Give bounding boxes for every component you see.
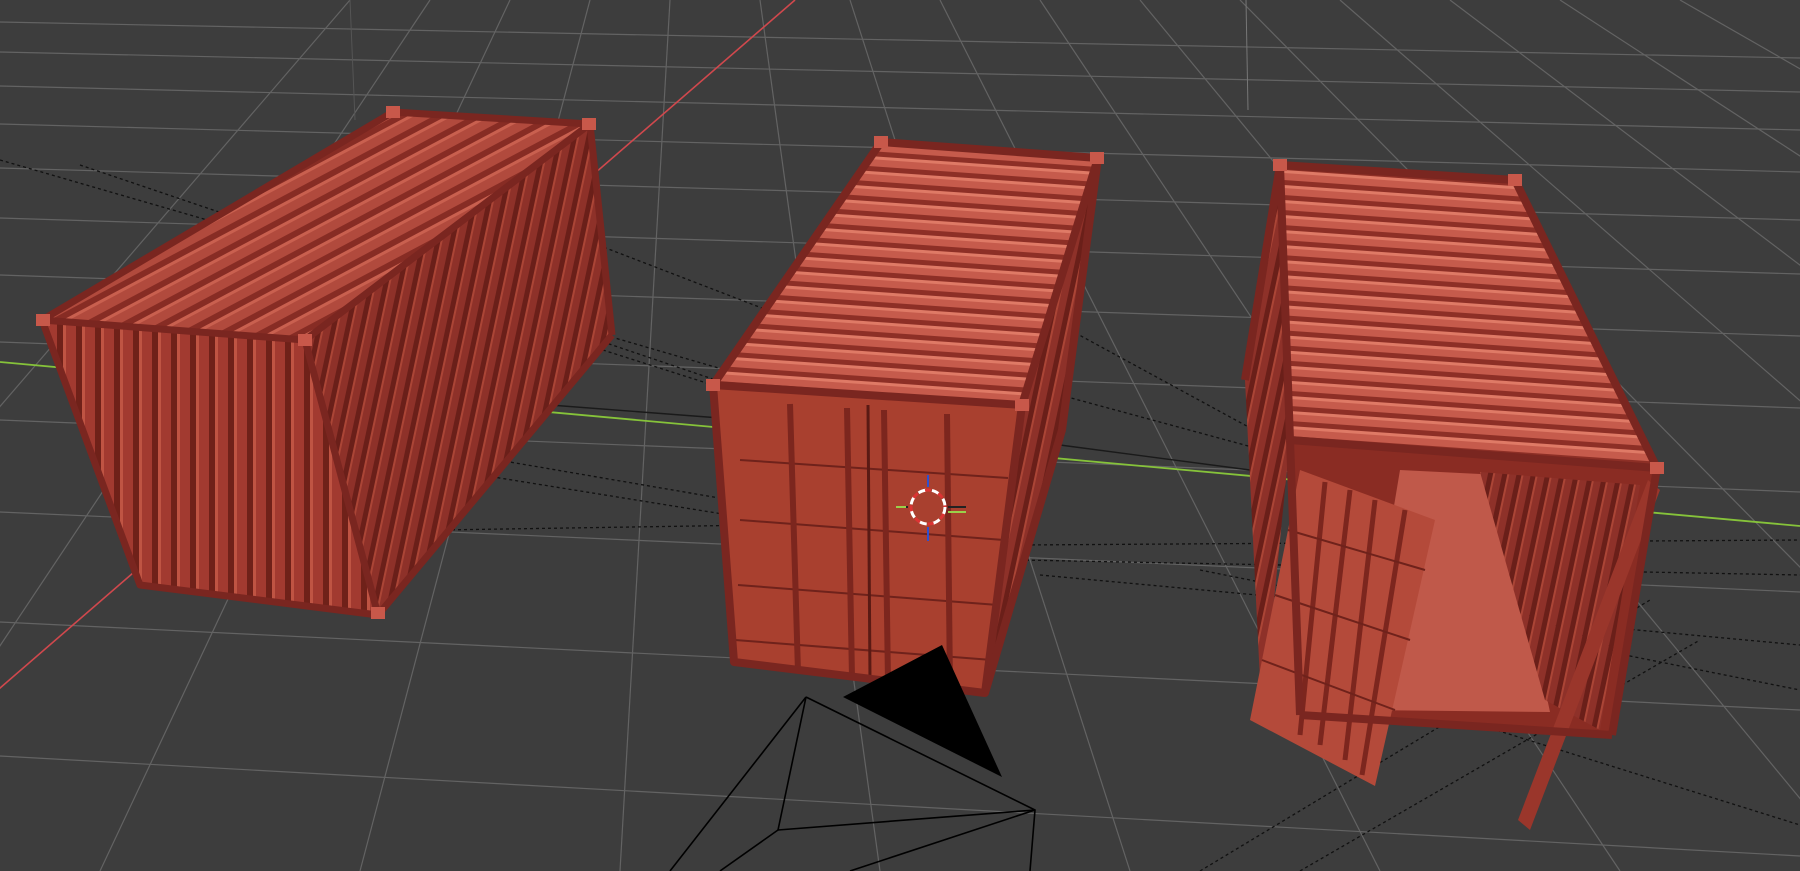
container-2-door-seam [866, 404, 872, 681]
3d-viewport[interactable] [0, 0, 1800, 871]
container-2[interactable] [706, 136, 1104, 697]
camera-wireframe [669, 696, 1036, 871]
container-1[interactable] [36, 106, 616, 619]
z-axis-line-2 [1245, 0, 1249, 111]
scene-canvas[interactable] [0, 0, 1800, 871]
container-3[interactable] [1241, 159, 1664, 830]
container-3-top [1280, 165, 1657, 468]
